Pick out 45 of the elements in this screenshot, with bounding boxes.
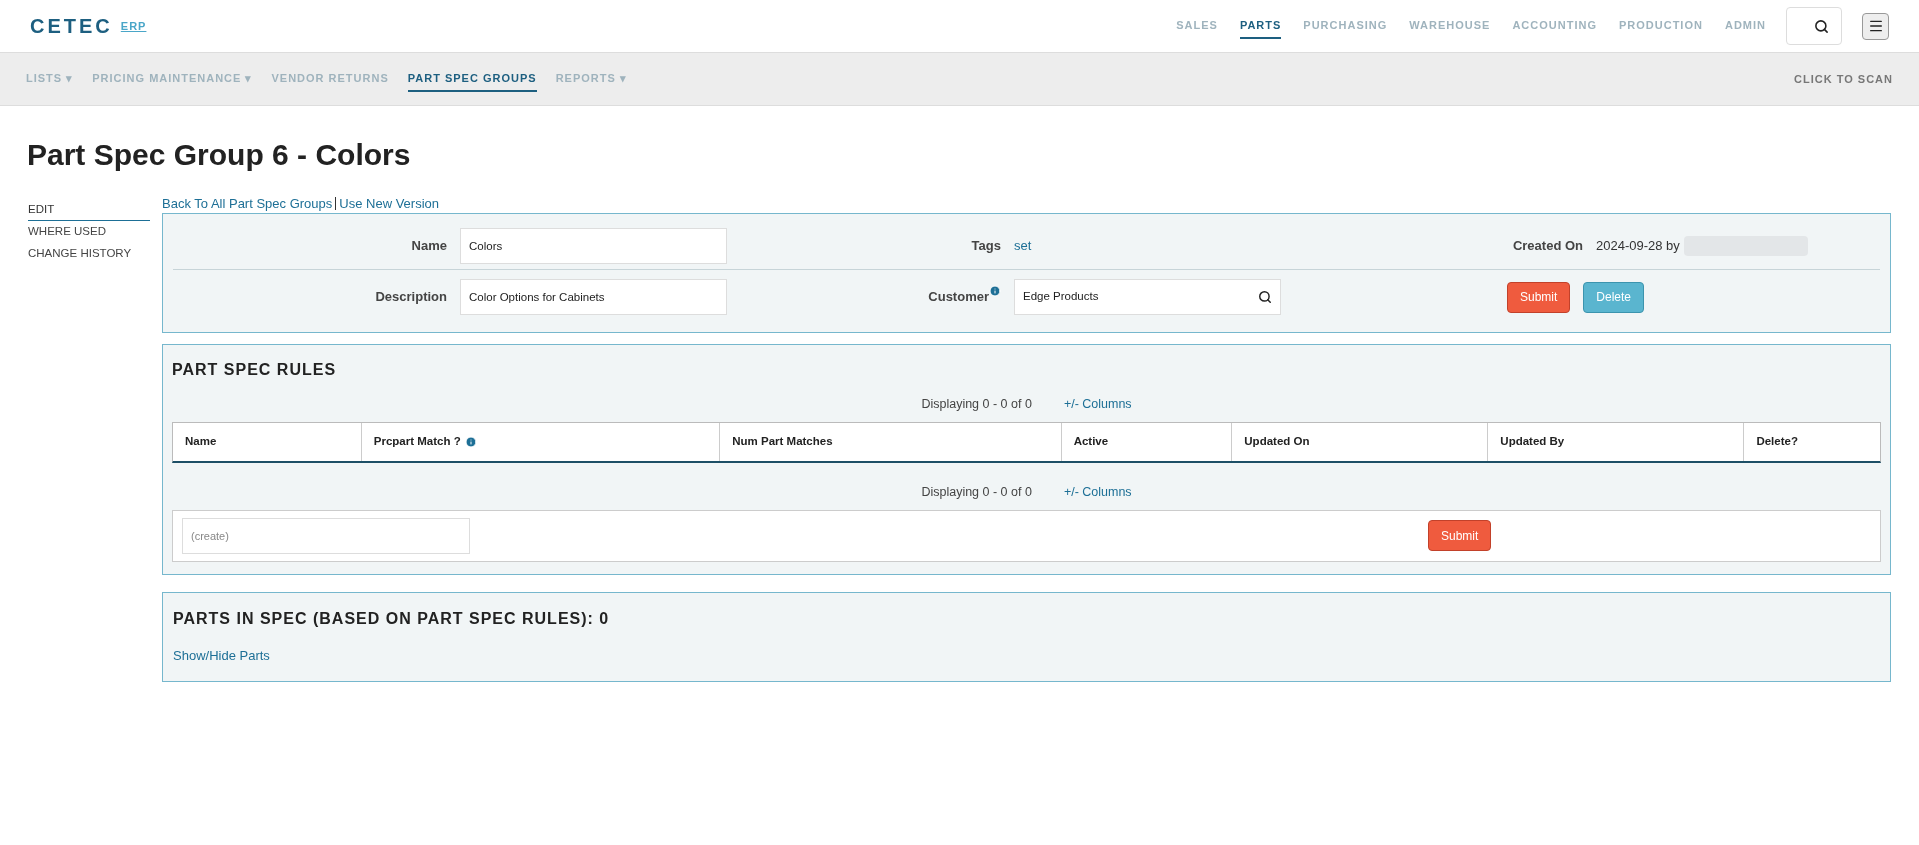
submit-button[interactable]: Submit [1507,281,1571,313]
column-header[interactable]: Delete? [1743,422,1880,461]
logo-subtext: ERP [120,18,147,34]
section-title: PARTS IN SPEC (BASED ON PART SPEC RULES): 0 [173,608,611,629]
field-label: Tags [970,236,1002,255]
menu-button[interactable] [1862,12,1889,40]
search-button[interactable] [1786,7,1842,45]
columns-link[interactable]: +/- Columns [1063,482,1132,502]
column-header[interactable]: Name [173,422,361,461]
field-label: Created On [1511,236,1584,255]
column-header[interactable]: Prcpart Match ? [360,422,720,461]
column-header[interactable]: Updated By [1487,422,1744,461]
top-nav-link[interactable]: PARTS [1239,12,1282,40]
side-menu-item[interactable]: EDIT [28,199,150,222]
search-icon [1258,290,1272,304]
side-menu-item[interactable]: CHANGE HISTORY [28,242,150,264]
scan-link[interactable]: CLICK TO SCAN [1794,70,1893,88]
columns-link[interactable]: +/- Columns [1063,395,1132,414]
display-count: Displaying 0 - 0 of 0 [921,396,1032,413]
column-header[interactable]: Active [1060,422,1232,461]
column-header[interactable]: Updated On [1231,422,1488,461]
display-count: Displaying 0 - 0 of 0 [921,483,1032,501]
back-link[interactable]: Back To All Part Spec Groups [162,193,333,214]
info-icon[interactable] [464,435,477,448]
created-value: 2024-09-28 by [1596,236,1680,255]
info-icon[interactable] [989,285,1001,298]
logo-text[interactable]: CETEC [30,11,113,41]
sub-nav-link[interactable]: PART SPEC GROUPS [407,65,537,93]
tags-link[interactable]: set [1014,235,1474,256]
create-input[interactable]: (create) [182,517,470,554]
field-label: Description [374,288,448,307]
page-title: Part Spec Group 6 - Colors [26,137,412,173]
column-header[interactable]: Num Part Matches [719,422,1061,461]
name-input[interactable]: Colors [460,227,727,264]
field-label: Name [410,236,448,255]
description-input[interactable]: Color Options for Cabinets [460,279,727,315]
submit-button[interactable]: Submit [1428,520,1492,551]
menu-icon [1867,18,1884,34]
new-version-link[interactable]: Use New Version [339,193,439,214]
customer-field[interactable]: Edge Products [1014,279,1281,315]
field-label: Customer [928,288,989,307]
search-icon [1814,18,1829,34]
side-menu-item[interactable]: WHERE USED [28,221,150,243]
section-title: PART SPEC RULES [172,360,338,380]
toggle-link[interactable]: Show/Hide Parts [173,647,270,663]
